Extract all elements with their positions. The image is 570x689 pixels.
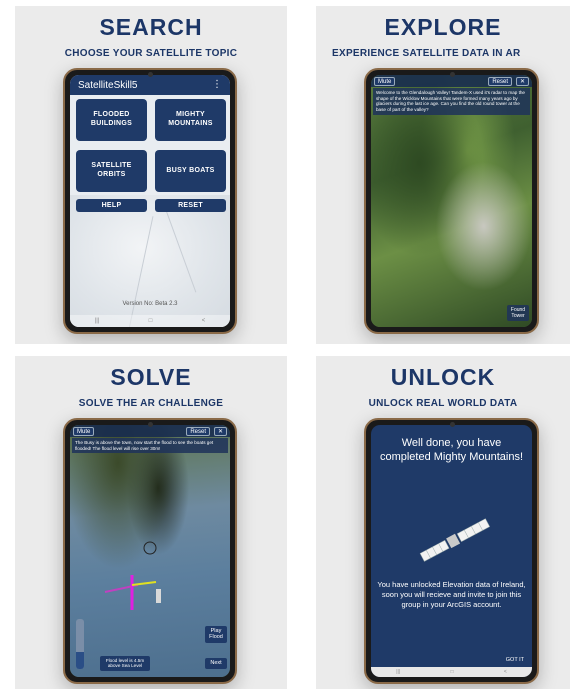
- recent-apps-icon[interactable]: |||: [396, 669, 400, 675]
- reset-button[interactable]: Reset: [488, 77, 512, 86]
- panel-subtitle: UNLOCK REAL WORLD DATA: [368, 398, 518, 409]
- phone-screen: SatelliteSkill5 ⋮ FLOODED BUILDINGS MIGH…: [70, 75, 230, 327]
- next-button[interactable]: Next: [205, 658, 227, 669]
- close-icon[interactable]: ✕: [515, 77, 529, 86]
- reset-button[interactable]: Reset: [186, 427, 210, 436]
- unlock-panel: UNLOCK UNLOCK REAL WORLD DATA Well done,…: [316, 356, 570, 689]
- phone-screen: Mute Reset ✕ The Busy is above the town,…: [70, 425, 230, 677]
- panel-title: UNLOCK: [390, 364, 496, 390]
- home-icon[interactable]: □: [149, 318, 153, 324]
- reset-button[interactable]: RESET: [155, 199, 226, 212]
- back-icon[interactable]: <: [202, 318, 206, 324]
- map-background: [70, 195, 230, 327]
- mute-button[interactable]: Mute: [374, 77, 396, 86]
- instruction-message: The Busy is above the town, now start th…: [72, 438, 228, 454]
- home-icon[interactable]: □: [450, 669, 453, 675]
- flood-level-label: Flood level is 4.5m above Sea Level: [100, 655, 150, 671]
- solve-panel: SOLVE SOLVE THE AR CHALLENGE Mute Reset …: [15, 356, 287, 689]
- camera-icon: [449, 422, 455, 427]
- phone-frame: Well done, you have completed Mighty Mou…: [364, 418, 539, 684]
- phone-screen: Mute Reset ✕ Welcome to the Glendalough …: [371, 75, 532, 327]
- phone-screen: Well done, you have completed Mighty Mou…: [371, 425, 532, 677]
- mute-button[interactable]: Mute: [73, 427, 95, 436]
- camera-icon: [449, 72, 455, 77]
- panel-title: SOLVE: [110, 364, 192, 390]
- version-label: Version No: Beta 2.3: [122, 301, 178, 307]
- topic-button-satellite-orbits[interactable]: SATELLITE ORBITS: [76, 150, 147, 192]
- phone-frame: SatelliteSkill5 ⋮ FLOODED BUILDINGS MIGH…: [63, 68, 237, 334]
- flood-level-slider[interactable]: [76, 619, 84, 669]
- phone-frame: Mute Reset ✕ The Busy is above the town,…: [63, 418, 237, 684]
- camera-icon: [148, 422, 153, 427]
- found-tower-button[interactable]: Found Tower: [507, 305, 529, 321]
- system-nav-bar: ||| □ <: [70, 315, 230, 327]
- topic-button-busy-boats[interactable]: BUSY BOATS: [155, 150, 226, 192]
- got-it-button[interactable]: GOT IT: [506, 657, 524, 663]
- panel-subtitle: CHOOSE YOUR SATELLITE TOPIC: [64, 48, 238, 59]
- overflow-menu-icon[interactable]: ⋮: [212, 79, 222, 90]
- completion-heading: Well done, you have completed Mighty Mou…: [379, 437, 524, 463]
- panel-title: SEARCH: [99, 14, 203, 40]
- app-bar: SatelliteSkill5 ⋮: [70, 75, 230, 95]
- target-ring-icon: [143, 541, 157, 555]
- recent-apps-icon[interactable]: |||: [95, 318, 100, 324]
- search-panel: SEARCH CHOOSE YOUR SATELLITE TOPIC Satel…: [15, 6, 287, 344]
- play-flood-button[interactable]: Play Flood: [205, 625, 227, 643]
- close-icon[interactable]: ✕: [213, 427, 227, 436]
- unlock-message: You have unlocked Elevation data of Irel…: [377, 580, 526, 609]
- panel-subtitle: EXPERIENCE SATELLITE DATA IN AR: [332, 48, 521, 59]
- panel-title: EXPLORE: [384, 14, 502, 40]
- phone-frame: Mute Reset ✕ Welcome to the Glendalough …: [364, 68, 539, 334]
- tower-marker: [156, 589, 161, 603]
- axis-marker-z: [131, 581, 157, 586]
- topic-button-mighty-mountains[interactable]: MIGHTY MOUNTAINS: [155, 99, 226, 141]
- topic-button-flooded-buildings[interactable]: FLOODED BUILDINGS: [76, 99, 147, 141]
- help-button[interactable]: HELP: [76, 199, 147, 212]
- satellite-icon: [419, 518, 491, 562]
- flood-level-fill: [76, 651, 84, 669]
- back-icon[interactable]: <: [504, 669, 507, 675]
- panel-subtitle: SOLVE THE AR CHALLENGE: [78, 398, 224, 409]
- explore-panel: EXPLORE EXPERIENCE SATELLITE DATA IN AR …: [316, 6, 570, 344]
- camera-icon: [148, 72, 153, 77]
- system-nav-bar: ||| □ <: [371, 667, 532, 677]
- app-title: SatelliteSkill5: [78, 80, 138, 91]
- instruction-message: Welcome to the Glendalough Valley! Tande…: [373, 88, 530, 115]
